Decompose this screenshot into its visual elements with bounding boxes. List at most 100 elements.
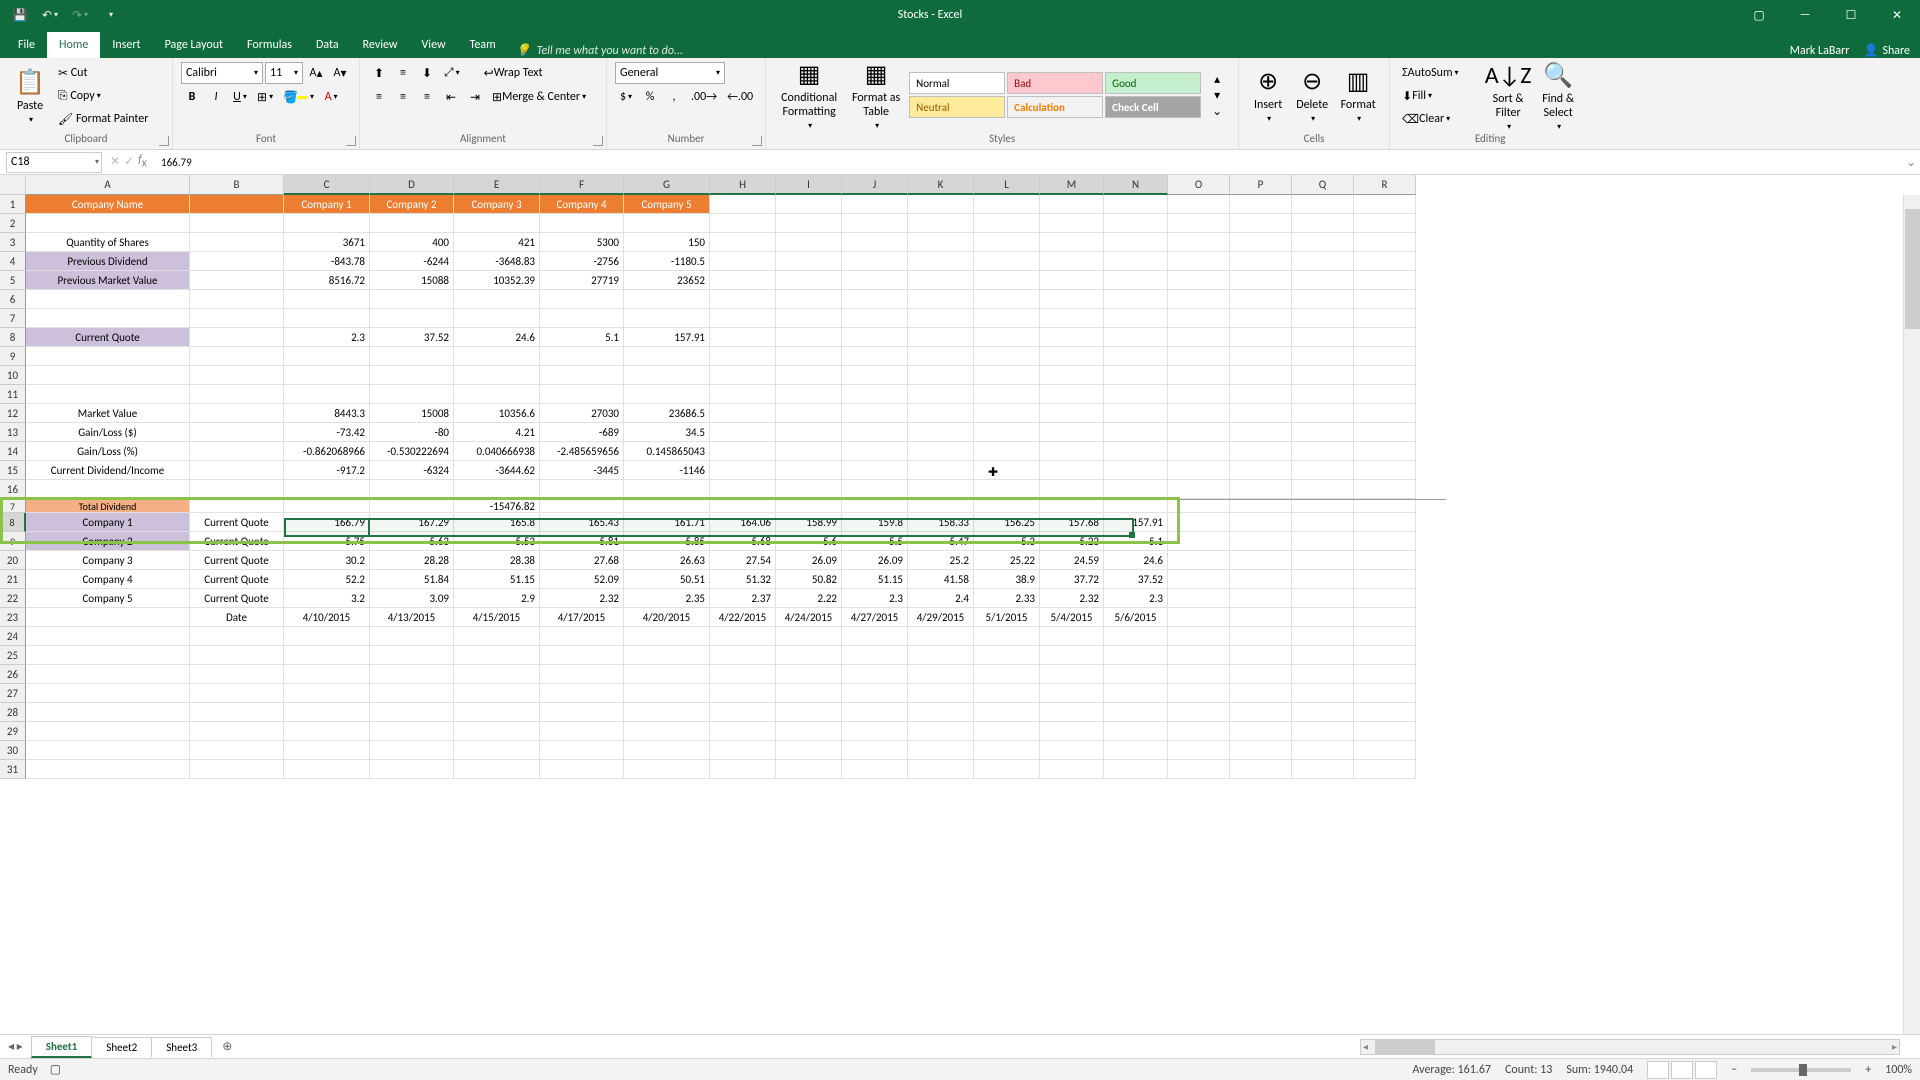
cell-N25[interactable] [1104, 646, 1168, 665]
cell-R16[interactable] [1354, 480, 1416, 499]
cell-A27[interactable] [26, 684, 190, 703]
cell-K28[interactable] [908, 703, 974, 722]
cell-O6[interactable] [1168, 290, 1230, 309]
cell-C14[interactable]: -0.862068966 [284, 442, 370, 461]
row-header-22[interactable]: 22 [0, 589, 26, 608]
cell-G31[interactable] [624, 760, 710, 779]
comma-format-icon[interactable]: , [663, 86, 685, 108]
cell-N24[interactable] [1104, 627, 1168, 646]
cell-E16[interactable] [454, 480, 540, 499]
cell-P7[interactable] [1230, 309, 1292, 328]
cell-M29[interactable] [1040, 722, 1104, 741]
cell-Q15[interactable] [1292, 461, 1354, 480]
cell-M5[interactable] [1040, 271, 1104, 290]
cell-I5[interactable] [776, 271, 842, 290]
cell-Q11[interactable] [1292, 385, 1354, 404]
cell-Q3[interactable] [1292, 233, 1354, 252]
close-icon[interactable]: ✕ [1874, 0, 1920, 30]
expand-formula-bar-icon[interactable]: ⌄ [1902, 155, 1920, 170]
cell-K14[interactable] [908, 442, 974, 461]
cell-B16[interactable] [190, 480, 284, 499]
cell-N3[interactable] [1104, 233, 1168, 252]
cell-P10[interactable] [1230, 366, 1292, 385]
cell-F7[interactable] [540, 500, 624, 513]
cell-C4[interactable]: -843.78 [284, 252, 370, 271]
cancel-formula-icon[interactable]: ✕ [110, 154, 120, 169]
cell-I7[interactable] [776, 500, 842, 513]
cell-E3[interactable]: 421 [454, 233, 540, 252]
cell-A2[interactable] [26, 214, 190, 233]
cell-K1[interactable] [908, 195, 974, 214]
paste-button[interactable]: 📋 Paste ▾ [8, 63, 52, 129]
clipboard-dialog-icon[interactable] [159, 136, 169, 146]
sheet-tab-1[interactable]: Sheet1 [31, 1036, 93, 1058]
cell-A6[interactable] [26, 290, 190, 309]
cell-Q24[interactable] [1292, 627, 1354, 646]
cell-F22[interactable]: 2.32 [540, 589, 624, 608]
cell-R7[interactable] [1354, 500, 1416, 513]
cell-K9[interactable] [908, 347, 974, 366]
sheet-tab-2[interactable]: Sheet2 [91, 1037, 152, 1057]
cell-E28[interactable] [454, 703, 540, 722]
cell-N15[interactable] [1104, 461, 1168, 480]
cell-L21[interactable]: 38.9 [974, 570, 1040, 589]
underline-button[interactable]: U▾ [229, 86, 251, 108]
cell-E7[interactable]: -15476.82 [454, 500, 540, 513]
cell-I15[interactable] [776, 461, 842, 480]
cell-O4[interactable] [1168, 252, 1230, 271]
cell-G8[interactable]: 157.91 [624, 328, 710, 347]
new-sheet-button[interactable]: ⊕ [215, 1037, 239, 1057]
tab-file[interactable]: File [6, 32, 47, 58]
cell-I27[interactable] [776, 684, 842, 703]
cell-A5[interactable]: Previous Market Value [26, 271, 190, 290]
style-good[interactable]: Good [1105, 72, 1201, 94]
row-header-29[interactable]: 29 [0, 722, 26, 741]
cell-C29[interactable] [284, 722, 370, 741]
style-check-cell[interactable]: Check Cell [1105, 96, 1201, 118]
cell-B6[interactable] [190, 290, 284, 309]
cell-J5[interactable] [842, 271, 908, 290]
cell-O31[interactable] [1168, 760, 1230, 779]
col-header-A[interactable]: A [26, 175, 190, 195]
cell-Q10[interactable] [1292, 366, 1354, 385]
cell-P13[interactable] [1230, 423, 1292, 442]
cell-R29[interactable] [1354, 722, 1416, 741]
cell-R5[interactable] [1354, 271, 1416, 290]
cell-M9[interactable] [1040, 347, 1104, 366]
cell-L22[interactable]: 2.33 [974, 589, 1040, 608]
cell-J10[interactable] [842, 366, 908, 385]
cell-I8[interactable]: 158.99 [776, 513, 842, 532]
cell-P27[interactable] [1230, 684, 1292, 703]
cell-F20[interactable]: 27.68 [540, 551, 624, 570]
cell-I23[interactable]: 4/24/2015 [776, 608, 842, 627]
row-header-7[interactable]: 7 [0, 309, 26, 328]
row-header-26[interactable]: 26 [0, 665, 26, 684]
cell-H2[interactable] [710, 214, 776, 233]
cell-H20[interactable]: 27.54 [710, 551, 776, 570]
cell-F1[interactable]: Company 4 [540, 195, 624, 214]
formula-input[interactable]: 166.79 [155, 156, 1902, 169]
cell-O26[interactable] [1168, 665, 1230, 684]
cell-G3[interactable]: 150 [624, 233, 710, 252]
cell-O10[interactable] [1168, 366, 1230, 385]
cell-K11[interactable] [908, 385, 974, 404]
cell-M24[interactable] [1040, 627, 1104, 646]
cell-F14[interactable]: -2.485659656 [540, 442, 624, 461]
sort-filter-button[interactable]: A↓ZSort & Filter▾ [1484, 63, 1532, 129]
cell-A12[interactable]: Market Value [26, 404, 190, 423]
cell-P3[interactable] [1230, 233, 1292, 252]
find-select-button[interactable]: 🔍Find & Select▾ [1534, 63, 1582, 129]
cell-M11[interactable] [1040, 385, 1104, 404]
border-button[interactable]: ⊞▾ [253, 86, 277, 108]
fill-button[interactable]: ⬇ Fill▾ [1398, 85, 1468, 107]
cell-J30[interactable] [842, 741, 908, 760]
select-all-triangle[interactable] [0, 175, 26, 195]
row-header-5[interactable]: 5 [0, 271, 26, 290]
cell-O8[interactable] [1168, 328, 1230, 347]
cell-P12[interactable] [1230, 404, 1292, 423]
cell-C6[interactable] [284, 290, 370, 309]
cell-N2[interactable] [1104, 214, 1168, 233]
cell-A11[interactable] [26, 385, 190, 404]
cell-E10[interactable] [454, 366, 540, 385]
cell-P4[interactable] [1230, 252, 1292, 271]
